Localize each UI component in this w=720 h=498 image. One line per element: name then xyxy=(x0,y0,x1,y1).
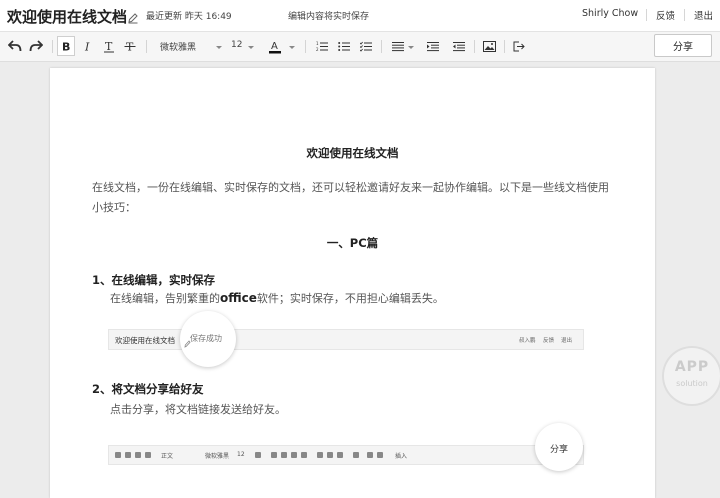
export-icon[interactable] xyxy=(511,36,527,56)
watermark-logo: APP solution xyxy=(662,346,720,406)
example-feedback: 反馈 xyxy=(543,338,555,344)
divider xyxy=(474,40,475,53)
indent-decrease-icon xyxy=(377,452,383,458)
example-size-select: 12 xyxy=(237,451,245,458)
redo-icon xyxy=(125,452,131,458)
document-page[interactable]: 欢迎使用在线文档 在线文档，一份在线编辑、实时保存的文档，还可以轻松邀请好友来一… xyxy=(50,68,655,498)
bullet-list-icon xyxy=(327,452,333,458)
svg-text:2: 2 xyxy=(316,47,319,52)
share-button[interactable]: 分享 xyxy=(654,34,712,57)
svg-text:1: 1 xyxy=(316,41,319,46)
example-doc-title: 欢迎使用在线文档 xyxy=(115,336,175,345)
example-logout: 退出 xyxy=(561,338,573,344)
example-screenshot-toolbar: 正文 微软雅黑 12 插入 xyxy=(108,445,584,465)
document-title[interactable]: 欢迎使用在线文档 xyxy=(7,6,127,27)
svg-text:I: I xyxy=(84,41,90,53)
checklist-icon xyxy=(337,452,343,458)
indent-decrease-icon[interactable] xyxy=(451,36,467,56)
text-color-icon[interactable]: A xyxy=(266,36,284,56)
divider xyxy=(684,9,685,21)
section-heading: 一、PC篇 xyxy=(326,236,379,250)
feedback-link[interactable]: 反馈 xyxy=(656,8,675,22)
numbered-list-icon xyxy=(317,452,323,458)
align-icon[interactable] xyxy=(390,36,406,56)
tip-text-1b: office xyxy=(220,291,257,305)
logout-link[interactable]: 退出 xyxy=(694,8,713,22)
top-bar: 欢迎使用在线文档 最近更新 昨天 16:49 编辑内容将实时保存 Shirly … xyxy=(0,0,720,32)
divider xyxy=(504,40,505,53)
clear-format-icon xyxy=(145,452,151,458)
svg-text:T: T xyxy=(105,40,113,53)
bold-icon[interactable]: B xyxy=(57,36,75,56)
example-share-label: 分享 xyxy=(549,445,568,455)
tip-heading-1: 1、在线编辑，实时保存 xyxy=(92,273,216,287)
underline-icon[interactable]: T xyxy=(101,36,117,56)
example-style-select: 正文 xyxy=(161,453,174,460)
italic-icon[interactable]: I xyxy=(80,36,96,56)
divider xyxy=(381,40,382,53)
svg-text:B: B xyxy=(62,41,70,53)
undo-icon xyxy=(115,452,121,458)
last-update-time: 最近更新 昨天 16:49 xyxy=(146,12,232,22)
chevron-down-icon[interactable] xyxy=(248,46,254,49)
user-name[interactable]: Shirly Chow xyxy=(582,8,638,19)
image-icon[interactable] xyxy=(481,36,497,56)
tip-heading-2: 2、将文档分享给好友 xyxy=(92,382,204,396)
save-success-text: 保存成功 xyxy=(190,334,222,343)
tip-text-1a: 在线编辑，告别繁重的 xyxy=(110,292,220,305)
format-toolbar: B I T T 微软雅黑 12 A 12 xyxy=(0,32,720,62)
italic-icon xyxy=(281,452,287,458)
chevron-down-icon[interactable] xyxy=(216,46,222,49)
tip-text-1c: 软件；实时保存，不用担心编辑丢失。 xyxy=(256,292,444,305)
save-success-bubble: 保存成功 xyxy=(180,311,236,367)
numbered-list-icon[interactable]: 12 xyxy=(314,36,330,56)
indent-increase-icon xyxy=(367,452,373,458)
chevron-down-icon[interactable] xyxy=(289,46,295,49)
divider xyxy=(146,40,147,53)
strikethrough-icon[interactable]: T xyxy=(122,36,138,56)
bullet-list-icon[interactable] xyxy=(336,36,352,56)
strikethrough-icon xyxy=(301,452,307,458)
svg-text:A: A xyxy=(271,41,278,52)
watermark-line-2: solution xyxy=(676,379,708,388)
bold-icon xyxy=(271,452,277,458)
text-color-icon xyxy=(255,452,261,458)
font-family-select[interactable]: 微软雅黑 xyxy=(160,40,196,53)
undo-icon[interactable] xyxy=(6,36,24,56)
pencil-icon[interactable] xyxy=(127,9,139,24)
redo-icon[interactable] xyxy=(27,36,45,56)
tip-text-2: 点击分享，将文档链接发送给好友。 xyxy=(110,403,286,416)
chevron-down-icon[interactable] xyxy=(408,46,414,49)
watermark-line-1: APP xyxy=(674,359,710,375)
divider xyxy=(52,40,53,53)
example-font-select: 微软雅黑 xyxy=(205,453,230,460)
format-painter-icon xyxy=(135,452,141,458)
doc-heading: 欢迎使用在线文档 xyxy=(306,146,399,160)
share-highlight-bubble: 分享 xyxy=(535,423,583,471)
intro-paragraph: 在线文档，一份在线编辑、实时保存的文档，还可以轻松邀请好友来一起协作编辑。以下是… xyxy=(92,181,609,214)
example-user: 叔入鹏 xyxy=(519,338,536,344)
divider xyxy=(305,40,306,53)
align-icon xyxy=(353,452,359,458)
underline-icon xyxy=(291,452,297,458)
checklist-icon[interactable] xyxy=(358,36,374,56)
tip-text-1: 在线编辑，告别繁重的office软件；实时保存，不用担心编辑丢失。 xyxy=(110,290,444,306)
autosave-note: 编辑内容将实时保存 xyxy=(288,12,370,22)
example-insert-menu: 插入 xyxy=(395,453,408,460)
font-size-select[interactable]: 12 xyxy=(231,40,242,50)
indent-increase-icon[interactable] xyxy=(425,36,441,56)
divider xyxy=(646,9,647,21)
